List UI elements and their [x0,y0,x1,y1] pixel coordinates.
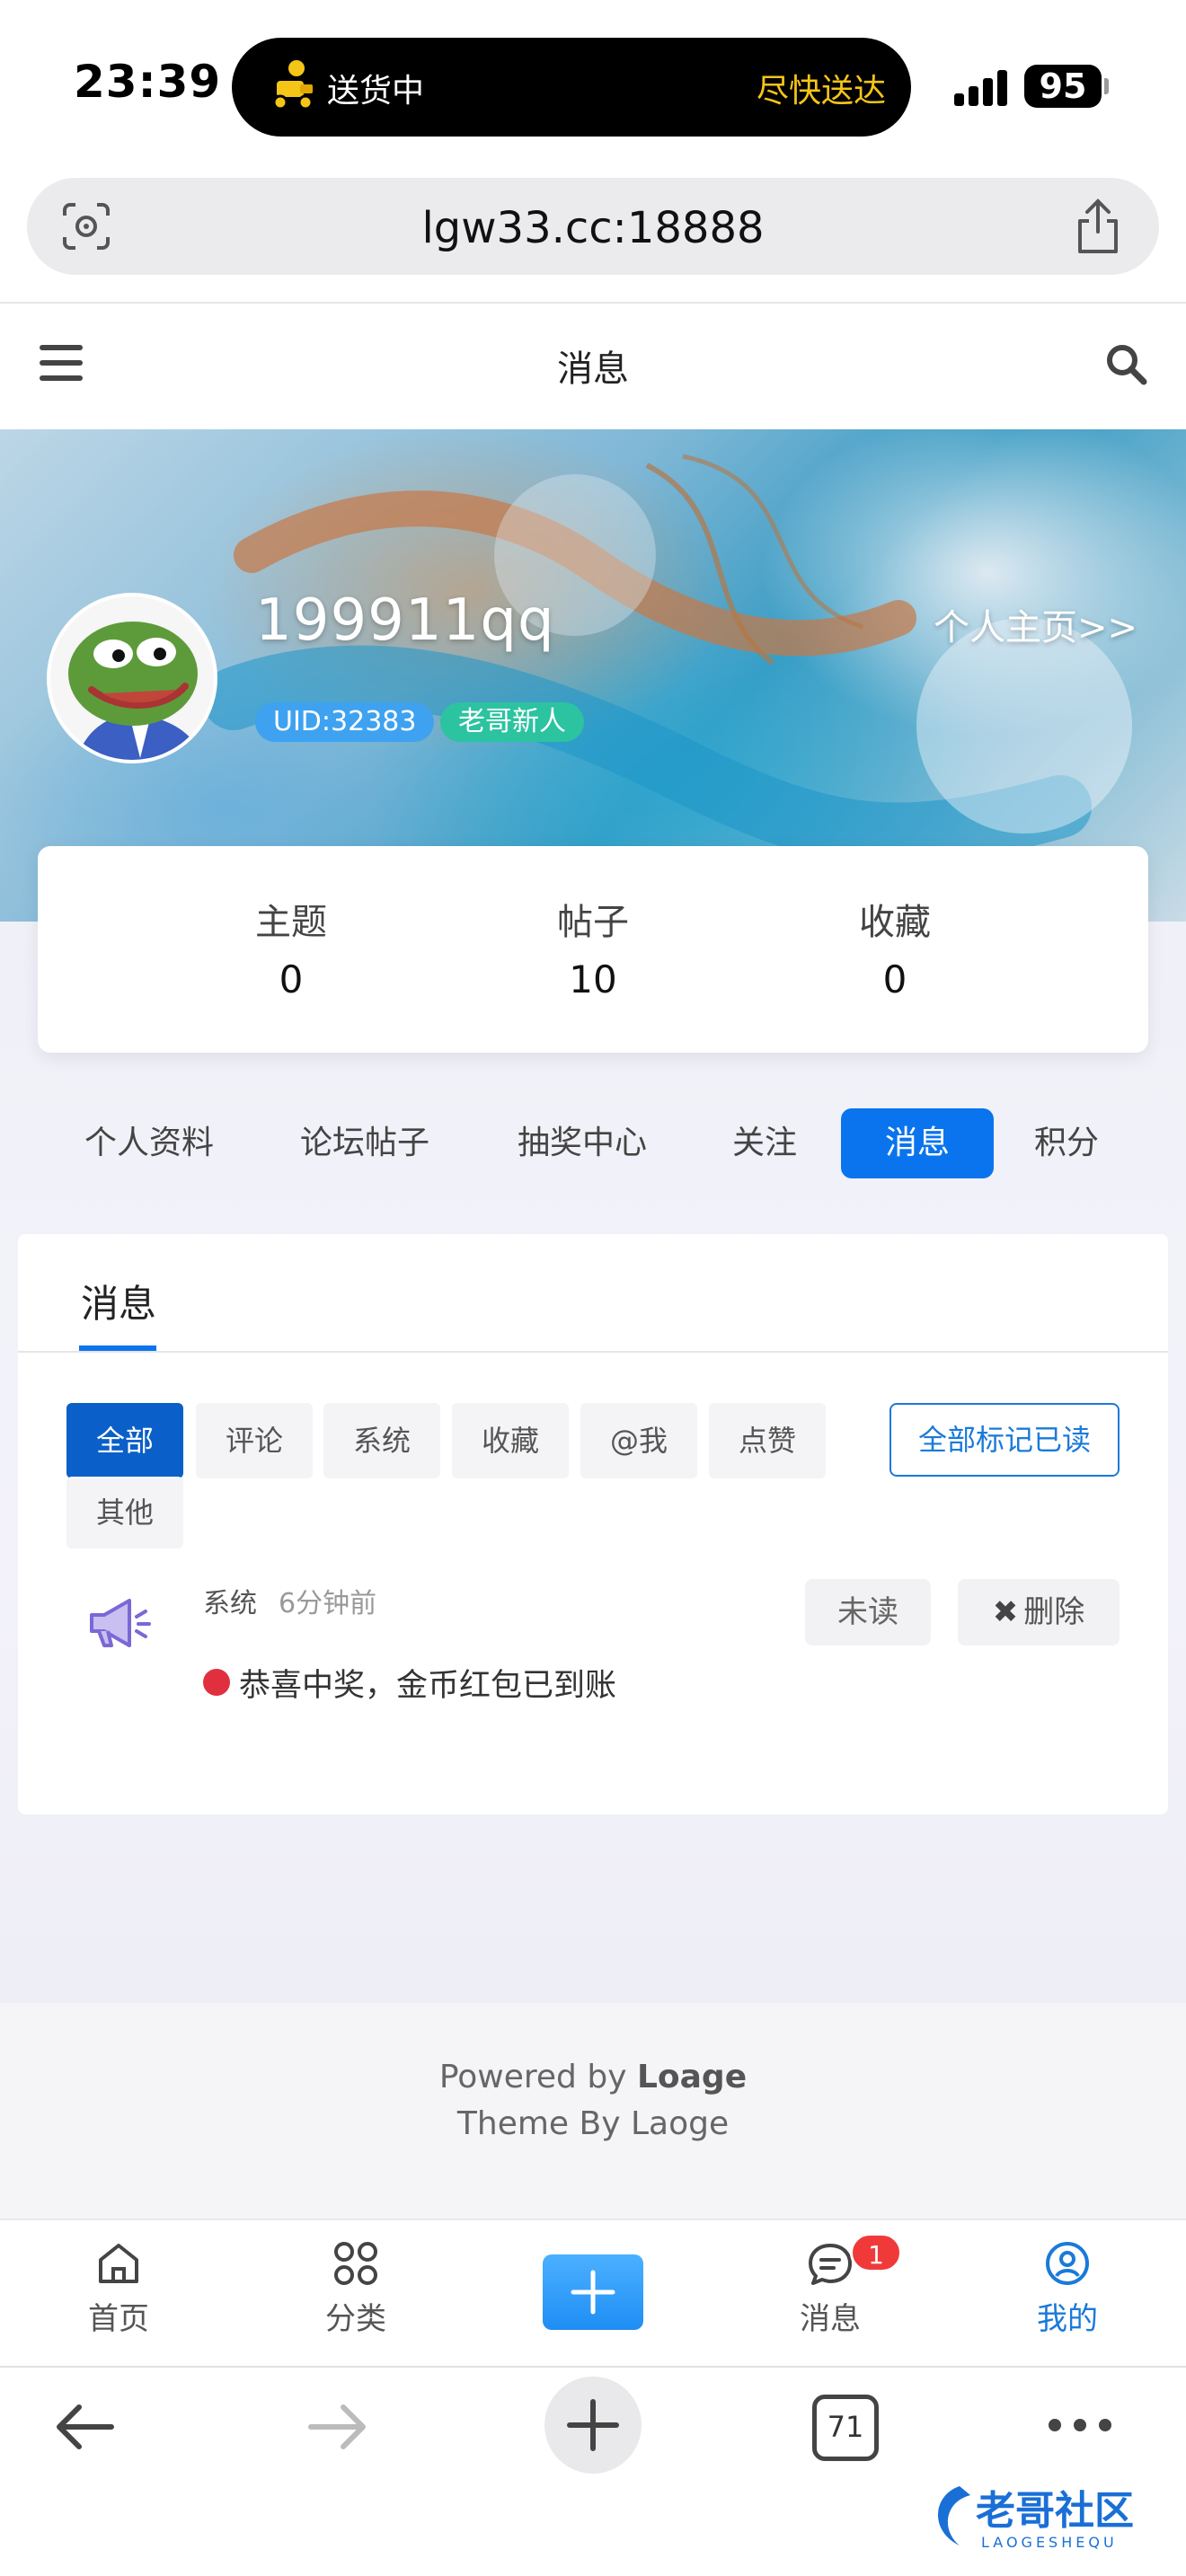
uid-badge: UID:32383 [255,702,435,742]
tab-forum-posts[interactable]: 论坛帖子 [284,1108,446,1178]
powered-by-prefix: Powered by [438,2059,637,2095]
status-time: 23:39 [74,56,222,108]
plus-icon [571,2270,615,2315]
delivery-rider-icon [272,60,314,110]
tabs-count-button[interactable]: 71 [812,2395,879,2461]
stat-value: 0 [279,957,304,1001]
tab-label: 消息 [800,2301,861,2337]
grid-icon [334,2242,377,2285]
tab-home[interactable]: 首页 [47,2238,190,2338]
mark-all-read-button[interactable]: 全部标记已读 [890,1403,1120,1477]
message-time: 6分钟前 [279,1588,377,1619]
panel-title[interactable]: 消息 [81,1274,156,1328]
tab-label: 我的 [1037,2301,1098,2337]
status-bar: 23:39 送货中 尽快送达 95 [0,0,1186,171]
username: 199911qq [255,587,555,654]
filter-other[interactable]: 其他 [66,1477,183,1548]
user-icon [1046,2242,1089,2285]
stat-posts[interactable]: 帖子 10 [458,893,728,1001]
filter-mentions[interactable]: @我 [580,1403,697,1478]
tab-label: 分类 [325,2301,386,2337]
filter-all[interactable]: 全部 [66,1403,183,1478]
home-icon [99,2244,138,2283]
level-badge: 老哥新人 [440,702,584,742]
more-options-icon[interactable] [1046,2416,1114,2434]
watermark-title: 老哥社区 [976,2488,1134,2534]
tab-profile[interactable]: 个人资料 [68,1108,230,1178]
filter-favorites[interactable]: 收藏 [452,1403,569,1478]
delete-label: 删除 [1023,1594,1085,1630]
close-icon: ✖ [992,1594,1019,1630]
stats-card: 主题 0 帖子 10 收藏 0 [38,846,1148,1053]
filter-system[interactable]: 系统 [323,1403,440,1478]
profile-tabs: 个人资料 论坛帖子 抽奖中心 关注 消息 积分 [0,1108,1186,1180]
theme-line: Theme By Laoge [456,2105,730,2142]
plus-icon [567,2399,619,2451]
island-status-text: 送货中 [327,73,425,110]
page-title: 消息 [557,348,629,390]
tab-follow[interactable]: 关注 [715,1108,814,1178]
stat-favorites[interactable]: 收藏 0 [760,893,1030,1001]
forward-arrow-icon[interactable] [305,2400,370,2454]
cellular-signal-icon [954,66,1008,106]
battery-level: 95 [1024,65,1102,108]
profile-home-link[interactable]: 个人主页>> [934,598,1137,650]
delete-button[interactable]: ✖ 删除 [958,1579,1120,1645]
tab-mine[interactable]: 我的 [996,2238,1139,2338]
panel-divider [18,1351,1168,1353]
avatar[interactable] [47,593,217,763]
powered-by-line: Powered by Loage [0,2059,1186,2095]
pepe-frog-avatar-icon [50,596,214,760]
tab-label: 首页 [88,2301,149,2337]
dynamic-island[interactable]: 送货中 尽快送达 [232,38,911,137]
site-watermark-logo: 老哥社区 LAOGESHEQU [937,2486,1134,2551]
message-count-badge: 1 [850,2233,902,2272]
create-post-button[interactable] [543,2254,643,2330]
share-icon[interactable] [1073,198,1123,255]
tab-lottery[interactable]: 抽奖中心 [501,1108,663,1178]
messages-panel: 消息 全部 评论 系统 收藏 @我 点赞 其他 全部标记已读 系统 6分钟前 未… [18,1234,1168,1814]
unread-button[interactable]: 未读 [805,1579,931,1645]
back-arrow-icon[interactable] [52,2400,117,2454]
search-icon[interactable] [1103,341,1148,386]
bottom-tab-bar: 首页 分类 消息 1 我的 [0,2219,1186,2366]
message-type: 系统 [203,1588,257,1619]
message-text[interactable]: 恭喜中奖，金币红包已到账 [239,1660,616,1706]
stat-topics[interactable]: 主题 0 [156,893,426,1001]
url-text[interactable]: lgw33.cc:18888 [27,203,1159,253]
tab-messages[interactable]: 消息 [841,1108,994,1178]
address-bar[interactable]: lgw33.cc:18888 [27,178,1159,275]
powered-by-brand[interactable]: Loage [637,2059,747,2095]
stat-label: 主题 [255,902,327,943]
filter-comments[interactable]: 评论 [196,1403,313,1478]
stat-label: 收藏 [859,902,931,943]
tab-points[interactable]: 积分 [1017,1108,1116,1178]
stat-label: 帖子 [557,902,629,943]
filter-likes[interactable]: 点赞 [709,1403,826,1478]
stat-value: 0 [882,957,907,1001]
chat-icon [809,2244,852,2285]
site-header: 消息 [0,304,1186,429]
watermark-subtitle: LAOGESHEQU [981,2534,1118,2551]
island-eta-text: 尽快送达 [756,73,886,110]
megaphone-icon [90,1599,151,1647]
battery-tip [1104,78,1109,94]
stat-value: 10 [569,957,617,1001]
new-tab-button[interactable] [544,2377,642,2474]
tab-categories[interactable]: 分类 [284,2238,428,2338]
unread-dot [203,1669,230,1696]
footer: Powered by Loage Theme By Laoge [0,2003,1186,2219]
